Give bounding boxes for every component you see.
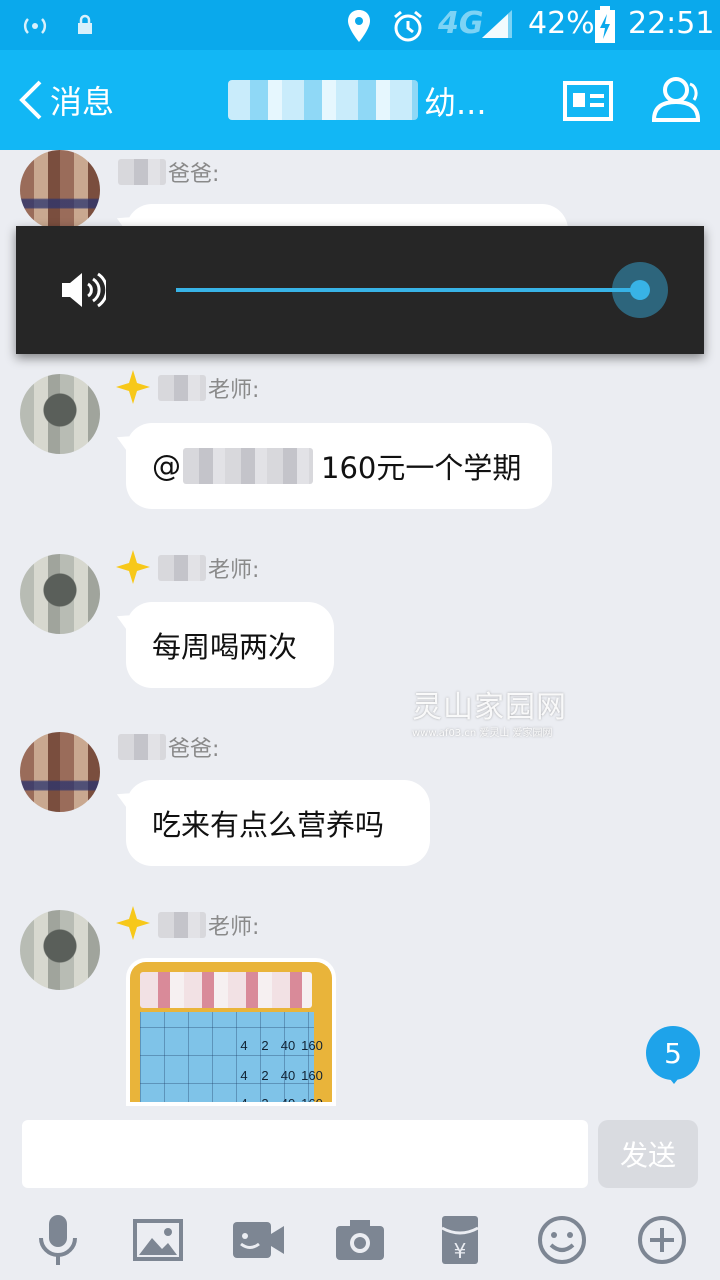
image-photo: 4 2 40 160 4 2 40 160 4 2 40 160 [130,962,332,1102]
avatar[interactable] [20,150,100,230]
blurred-name [158,912,206,938]
status-bar: 4G 42% 22:51 [0,0,720,50]
image-icon[interactable] [130,1212,186,1268]
alarm-icon [394,10,422,42]
message-text: 160元一个学期 [321,451,522,485]
volume-panel [16,226,704,354]
unread-count-badge[interactable]: 5 [646,1026,700,1084]
microphone-icon[interactable] [30,1212,86,1268]
volume-fill [176,288,640,292]
image-message[interactable]: 4 2 40 160 4 2 40 160 4 2 40 160 [126,958,336,1106]
video-icon[interactable] [230,1212,286,1268]
sender-name: 老师: [158,373,259,403]
chevron-left-icon [19,80,42,120]
group-members-icon[interactable] [646,74,704,124]
blurred-name [158,375,206,401]
send-button[interactable]: 发送 [598,1120,698,1188]
sender-role: 老师: [208,915,260,940]
admin-star-icon [116,370,150,404]
sender-name: 老师: [158,553,259,583]
sender-role: 老师: [208,558,260,583]
sender-name: 爸爸: [118,732,219,762]
blurred-group-name [228,80,418,120]
message-input[interactable] [22,1120,588,1188]
network-type: 4G [438,6,484,41]
mention-prefix: @ [152,449,181,483]
volume-track [176,288,640,292]
sender-name: 爸爸: [118,157,219,187]
blurred-name [118,734,166,760]
chat-header: 消息 幼... [0,50,720,150]
back-label: 消息 [50,83,115,121]
emoji-icon[interactable] [534,1212,590,1268]
blurred-mention [183,448,313,484]
avatar[interactable] [20,732,100,812]
plus-icon[interactable] [634,1212,690,1268]
message-bubble[interactable]: 吃来有点么营养吗 [126,780,430,866]
lock-icon [78,14,92,34]
printed-table: 4 2 40 160 4 2 40 160 4 2 40 160 [140,1012,323,1102]
blurred-name [118,159,166,185]
admin-star-icon [116,550,150,584]
watermark-title: 灵山家园网 [412,690,567,725]
red-packet-icon[interactable]: ¥ [432,1212,488,1268]
message-bubble[interactable]: 每周喝两次 [126,602,334,688]
battery-charging-icon [595,6,615,43]
signal-icon [482,10,512,38]
camera-icon[interactable] [332,1212,388,1268]
sender-name: 老师: [158,910,259,940]
watermark: 灵山家园网 www.af03.cn 爱灵山 爱家园网 [412,682,567,739]
clock: 22:51 [628,6,715,41]
avatar[interactable] [20,554,100,634]
speaker-icon [62,272,106,308]
unread-count: 5 [664,1036,682,1070]
avatar[interactable] [20,910,100,990]
group-profile-card-icon[interactable] [562,80,614,122]
message-bubble[interactable]: @ 160元一个学期 [126,423,552,509]
blurred-name [158,555,206,581]
svg-text:¥: ¥ [454,1239,467,1263]
blurred-header [140,972,312,1008]
battery-percent: 42% [528,6,595,41]
admin-star-icon [116,906,150,940]
location-icon [348,10,370,42]
sender-role: 爸爸: [168,162,220,187]
avatar[interactable] [20,374,100,454]
sender-role: 老师: [208,378,260,403]
wifi-hotspot-icon [23,18,47,34]
back-button[interactable]: 消息 [16,78,114,122]
volume-slider-thumb[interactable] [612,262,668,318]
watermark-subtitle: www.af03.cn 爱灵山 爱家园网 [412,728,553,739]
table-grid [140,1012,314,1102]
sender-role: 爸爸: [168,737,220,762]
page-title: 幼... [424,84,487,122]
